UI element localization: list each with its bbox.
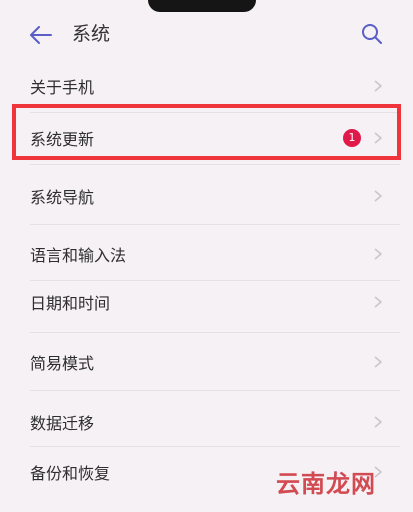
chevron-right-icon — [372, 356, 384, 368]
back-arrow-icon[interactable] — [28, 22, 54, 48]
settings-item-system-navigation[interactable]: 系统导航 — [0, 170, 413, 222]
divider — [30, 390, 400, 391]
settings-item-data-migration[interactable]: 数据迁移 — [0, 396, 413, 448]
chevron-right-icon — [372, 132, 384, 144]
settings-item-label: 简易模式 — [30, 354, 95, 373]
settings-item-label: 系统导航 — [30, 188, 95, 207]
settings-item-label: 日期和时间 — [30, 294, 111, 313]
watermark-text: 云南龙网 — [276, 470, 376, 498]
app-header: 系统 — [0, 0, 413, 66]
chevron-right-icon — [372, 190, 384, 202]
settings-item-date-time[interactable]: 日期和时间 — [0, 276, 413, 328]
settings-item-label: 数据迁移 — [30, 414, 95, 433]
divider — [30, 332, 400, 333]
settings-item-label: 备份和恢复 — [30, 464, 111, 483]
search-icon[interactable] — [358, 20, 386, 48]
chevron-right-icon — [372, 248, 384, 260]
chevron-right-icon — [372, 416, 384, 428]
settings-item-label: 系统更新 — [30, 130, 95, 149]
settings-item-label: 关于手机 — [30, 78, 95, 97]
divider — [30, 164, 400, 165]
update-count-badge: 1 — [343, 129, 361, 147]
settings-item-system-update[interactable]: 系统更新 1 — [0, 112, 413, 164]
page-title: 系统 — [72, 23, 111, 45]
settings-item-simple-mode[interactable]: 简易模式 — [0, 336, 413, 388]
settings-item-label: 语言和输入法 — [30, 246, 127, 265]
chevron-right-icon — [372, 296, 384, 308]
chevron-right-icon — [372, 80, 384, 92]
divider — [30, 224, 400, 225]
settings-item-language-input[interactable]: 语言和输入法 — [0, 228, 413, 280]
settings-item-about-phone[interactable]: 关于手机 — [0, 60, 413, 112]
